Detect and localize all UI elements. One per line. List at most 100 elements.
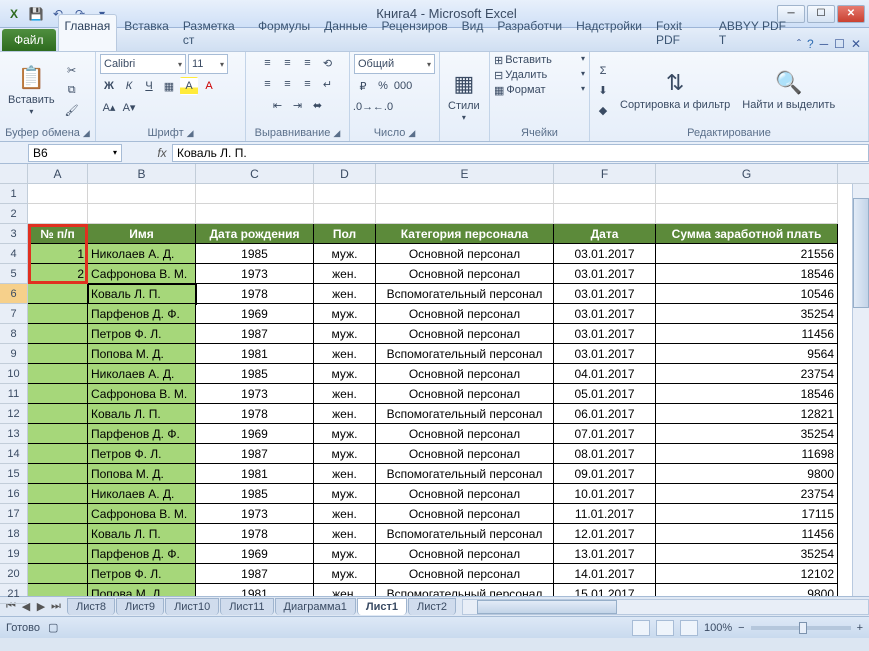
cell[interactable]: 18546	[656, 264, 838, 284]
font-color-button[interactable]: A	[200, 77, 218, 95]
column-header-C[interactable]: C	[196, 164, 314, 183]
increase-indent-icon[interactable]: ⇥	[289, 96, 307, 114]
cell[interactable]: 9800	[656, 584, 838, 596]
autosum-icon[interactable]: Σ	[594, 62, 612, 80]
cell[interactable]	[196, 184, 314, 204]
cell[interactable]: Основной персонал	[376, 544, 554, 564]
cell[interactable]: 1985	[196, 484, 314, 504]
cell[interactable]: Основной персонал	[376, 384, 554, 404]
cell[interactable]: 03.01.2017	[554, 244, 656, 264]
cell[interactable]: Николаев А. Д.	[88, 484, 196, 504]
cell[interactable]: Парфенов Д. Ф.	[88, 424, 196, 444]
row-header[interactable]: 11	[0, 384, 27, 404]
styles-button[interactable]: ▦ Стили▾	[444, 68, 484, 125]
cell[interactable]: 21556	[656, 244, 838, 264]
tab-разметка ст[interactable]: Разметка ст	[176, 14, 251, 51]
cell[interactable]: 12102	[656, 564, 838, 584]
cell[interactable]: 03.01.2017	[554, 284, 656, 304]
cell[interactable]: 9800	[656, 464, 838, 484]
cell[interactable]	[656, 204, 838, 224]
cell[interactable]: 11.01.2017	[554, 504, 656, 524]
cell[interactable]: Вспомогательный персонал	[376, 344, 554, 364]
cell[interactable]: 9564	[656, 344, 838, 364]
cell[interactable]: 1987	[196, 324, 314, 344]
cell[interactable]: муж.	[314, 444, 376, 464]
cell[interactable]: 14.01.2017	[554, 564, 656, 584]
cell[interactable]: Вспомогательный персонал	[376, 464, 554, 484]
align-center-icon[interactable]: ≡	[279, 75, 297, 93]
cell[interactable]: муж.	[314, 424, 376, 444]
cell[interactable]: Сафронова В. М.	[88, 384, 196, 404]
sort-filter-button[interactable]: ⇅ Сортировка и фильтр	[616, 67, 734, 113]
cell[interactable]: Петров Ф. Л.	[88, 564, 196, 584]
insert-cells-button[interactable]: ⊞ Вставить▾	[494, 54, 585, 67]
currency-icon[interactable]: ₽	[354, 77, 372, 95]
doc-minimize-icon[interactable]: ─	[820, 37, 829, 51]
header-cell[interactable]: № п/п	[28, 224, 88, 244]
row-header[interactable]: 7	[0, 304, 27, 324]
fill-icon[interactable]: ⬇	[594, 82, 612, 100]
find-select-button[interactable]: 🔍 Найти и выделить	[738, 67, 839, 113]
cell[interactable]: Основной персонал	[376, 324, 554, 344]
cell[interactable]: 11456	[656, 524, 838, 544]
cell[interactable]: 17115	[656, 504, 838, 524]
cell[interactable]: 03.01.2017	[554, 344, 656, 364]
cell[interactable]: Вспомогательный персонал	[376, 284, 554, 304]
header-cell[interactable]: Категория персонала	[376, 224, 554, 244]
alignment-dialog-icon[interactable]: ◢	[333, 128, 340, 138]
row-header[interactable]: 12	[0, 404, 27, 424]
cell[interactable]: жен.	[314, 464, 376, 484]
row-header[interactable]: 3	[0, 224, 27, 244]
cell[interactable]	[28, 504, 88, 524]
cell[interactable]: жен.	[314, 584, 376, 596]
cell[interactable]: 12821	[656, 404, 838, 424]
cell[interactable]	[314, 204, 376, 224]
cell[interactable]: 1973	[196, 264, 314, 284]
cell[interactable]: муж.	[314, 364, 376, 384]
format-painter-icon[interactable]: 🖌	[63, 102, 81, 120]
column-header-E[interactable]: E	[376, 164, 554, 183]
number-format-combo[interactable]: Общий▾	[354, 54, 435, 74]
align-top-icon[interactable]: ≡	[259, 54, 277, 72]
cell[interactable]: муж.	[314, 244, 376, 264]
underline-button[interactable]: Ч	[140, 77, 158, 95]
header-cell[interactable]: Имя	[88, 224, 196, 244]
cell[interactable]	[554, 204, 656, 224]
row-header[interactable]: 9	[0, 344, 27, 364]
doc-close-icon[interactable]: ✕	[851, 37, 861, 51]
cell[interactable]: Николаев А. Д.	[88, 364, 196, 384]
sheet-tab-Диаграмма1[interactable]: Диаграмма1	[275, 598, 356, 615]
cell[interactable]: жен.	[314, 384, 376, 404]
cell[interactable]: Основной персонал	[376, 364, 554, 384]
cell[interactable]: 1985	[196, 364, 314, 384]
cell[interactable]: Вспомогательный персонал	[376, 524, 554, 544]
cell[interactable]	[28, 544, 88, 564]
cell[interactable]	[28, 384, 88, 404]
cell[interactable]	[28, 564, 88, 584]
cell[interactable]: Петров Ф. Л.	[88, 324, 196, 344]
excel-icon[interactable]: X	[4, 4, 24, 24]
cell[interactable]: муж.	[314, 324, 376, 344]
cell[interactable]: 11698	[656, 444, 838, 464]
tab-abbyy pdf t[interactable]: ABBYY PDF T	[712, 14, 797, 51]
cell[interactable]: Коваль Л. П.	[88, 284, 196, 304]
sheet-nav-next-icon[interactable]: ▶	[34, 600, 48, 613]
decrease-indent-icon[interactable]: ⇤	[269, 96, 287, 114]
wrap-text-icon[interactable]: ↵	[319, 75, 337, 93]
row-header[interactable]: 10	[0, 364, 27, 384]
cell[interactable]: 10546	[656, 284, 838, 304]
increase-font-icon[interactable]: A▴	[100, 98, 118, 116]
cell[interactable]: 08.01.2017	[554, 444, 656, 464]
cell[interactable]: 35254	[656, 304, 838, 324]
tab-надстройки[interactable]: Надстройки	[569, 14, 649, 51]
cell[interactable]: жен.	[314, 284, 376, 304]
row-header[interactable]: 18	[0, 524, 27, 544]
cell[interactable]: 1985	[196, 244, 314, 264]
align-left-icon[interactable]: ≡	[259, 75, 277, 93]
tab-рецензиров[interactable]: Рецензиров	[375, 14, 455, 51]
cell[interactable]: 04.01.2017	[554, 364, 656, 384]
number-dialog-icon[interactable]: ◢	[408, 128, 415, 138]
cell[interactable]: 13.01.2017	[554, 544, 656, 564]
cell[interactable]: жен.	[314, 344, 376, 364]
cell[interactable]: 1981	[196, 344, 314, 364]
